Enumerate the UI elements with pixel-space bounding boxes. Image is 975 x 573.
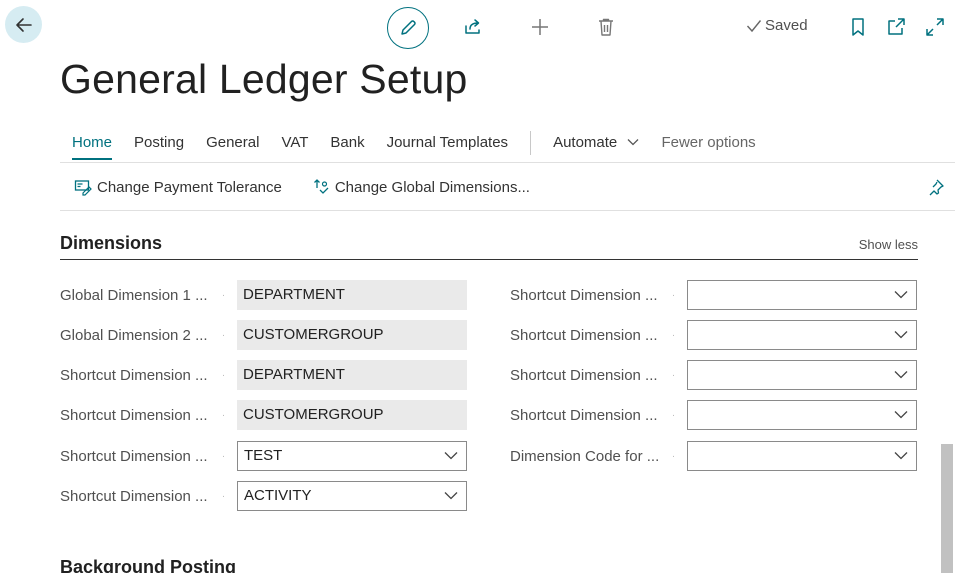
bookmark-button[interactable] <box>843 10 873 44</box>
global-dimensions-icon <box>313 179 329 194</box>
field-label: Shortcut Dimension ... <box>60 406 208 424</box>
field-label: Dimension Code for ... <box>510 447 660 465</box>
tab-general[interactable]: General <box>206 131 259 151</box>
share-icon <box>465 19 480 34</box>
dimension-select[interactable]: TEST <box>237 441 467 471</box>
field-row: Shortcut Dimension ... · <box>510 320 917 350</box>
field-separator: · <box>671 409 676 421</box>
field-separator: · <box>671 289 676 301</box>
field-separator: · <box>671 450 676 462</box>
field-separator: · <box>221 369 226 381</box>
field-separator: · <box>221 450 226 462</box>
dimensions-section-header: Dimensions Show less <box>60 232 918 260</box>
show-less-link[interactable]: Show less <box>859 237 918 252</box>
field-row: Shortcut Dimension ... · <box>510 400 917 430</box>
change-payment-tolerance-button[interactable]: Change Payment Tolerance <box>74 178 282 196</box>
change-payment-tolerance-label: Change Payment Tolerance <box>97 178 282 196</box>
tab-divider <box>530 131 532 155</box>
field-value[interactable]: DEPARTMENT <box>237 280 467 310</box>
chevron-down-icon <box>444 492 458 500</box>
field-label: Shortcut Dimension ... <box>510 366 658 384</box>
action-bar: Change Payment Tolerance Change Global D… <box>60 164 955 211</box>
add-button[interactable] <box>525 10 555 44</box>
change-global-dimensions-label: Change Global Dimensions... <box>334 178 530 196</box>
field-label: Global Dimension 2 ... <box>60 326 208 344</box>
expand-button[interactable] <box>920 10 950 44</box>
expand-icon <box>926 18 944 36</box>
pin-icon <box>929 179 944 196</box>
field-separator: · <box>671 369 676 381</box>
checkmark-icon <box>746 19 762 32</box>
chevron-down-icon <box>444 452 458 460</box>
field-label: Shortcut Dimension ... <box>60 366 208 384</box>
dimension-select[interactable]: ACTIVITY <box>237 481 467 511</box>
field-row: Global Dimension 2 ... · CUSTOMERGROUP <box>60 320 467 350</box>
bookmark-icon <box>852 18 864 36</box>
chevron-down-icon <box>894 291 908 299</box>
field-label: Shortcut Dimension ... <box>510 326 658 344</box>
field-value[interactable]: DEPARTMENT <box>237 360 467 390</box>
field-separator: · <box>221 329 226 341</box>
select-value: ACTIVITY <box>244 487 312 504</box>
field-row: Global Dimension 1 ... · DEPARTMENT <box>60 280 467 310</box>
field-row: Shortcut Dimension ... · <box>510 280 917 310</box>
field-value[interactable]: CUSTOMERGROUP <box>237 400 467 430</box>
tab-vat[interactable]: VAT <box>281 131 308 151</box>
arrow-left-icon <box>15 17 32 32</box>
pencil-icon <box>401 20 416 35</box>
field-label: Shortcut Dimension ... <box>510 286 658 304</box>
field-row: Shortcut Dimension ... · ACTIVITY <box>60 481 467 511</box>
plus-icon <box>532 19 548 35</box>
tab-automate[interactable]: Automate <box>553 131 639 151</box>
chevron-down-icon <box>894 452 908 460</box>
tab-posting[interactable]: Posting <box>134 131 184 151</box>
field-label: Global Dimension 1 ... <box>60 286 208 304</box>
open-new-window-button[interactable] <box>881 10 911 44</box>
edit-button[interactable] <box>387 7 429 49</box>
scrollbar-thumb[interactable] <box>941 444 953 573</box>
field-row: Shortcut Dimension ... · DEPARTMENT <box>60 360 467 390</box>
pin-button[interactable] <box>927 178 945 201</box>
dimension-select[interactable] <box>687 360 917 390</box>
tab-home[interactable]: Home <box>72 131 113 160</box>
saved-label: Saved <box>765 17 808 34</box>
chevron-down-icon <box>894 411 908 419</box>
background-posting-heading: Background Posting <box>60 557 237 573</box>
field-row: Dimension Code for ... · <box>510 441 917 471</box>
payment-tolerance-icon <box>74 180 92 196</box>
chevron-down-icon <box>894 331 908 339</box>
section-title: Dimensions <box>60 233 163 253</box>
fewer-options-link[interactable]: Fewer options <box>661 131 755 151</box>
dimension-select[interactable] <box>687 280 917 310</box>
share-button[interactable] <box>458 10 488 44</box>
page-title: General Ledger Setup <box>60 56 468 102</box>
action-tabs: Home Posting General VAT Bank Journal Te… <box>60 131 955 163</box>
chevron-down-icon <box>627 139 639 146</box>
dimension-select[interactable] <box>687 441 917 471</box>
field-separator: · <box>221 409 226 421</box>
select-value: TEST <box>244 447 283 464</box>
field-row: Shortcut Dimension ... · TEST <box>60 441 467 471</box>
chevron-down-icon <box>894 371 908 379</box>
delete-button[interactable] <box>591 10 621 44</box>
open-in-new-window-icon <box>888 18 905 35</box>
field-separator: · <box>671 329 676 341</box>
field-row: Shortcut Dimension ... · <box>510 360 917 390</box>
tab-bank[interactable]: Bank <box>330 131 364 151</box>
field-label: Shortcut Dimension ... <box>60 487 208 505</box>
field-row: Shortcut Dimension ... · CUSTOMERGROUP <box>60 400 467 430</box>
field-separator: · <box>221 490 226 502</box>
change-global-dimensions-button[interactable]: Change Global Dimensions... <box>312 178 530 196</box>
trash-icon <box>599 18 613 36</box>
saved-status: Saved <box>746 17 808 34</box>
tab-automate-label: Automate <box>553 134 618 151</box>
field-value[interactable]: CUSTOMERGROUP <box>237 320 467 350</box>
dimension-select[interactable] <box>687 320 917 350</box>
back-button[interactable] <box>5 6 42 43</box>
field-label: Shortcut Dimension ... <box>510 406 658 424</box>
tab-journal-templates[interactable]: Journal Templates <box>387 131 508 151</box>
field-label: Shortcut Dimension ... <box>60 447 208 465</box>
field-separator: · <box>221 289 226 301</box>
dimension-select[interactable] <box>687 400 917 430</box>
